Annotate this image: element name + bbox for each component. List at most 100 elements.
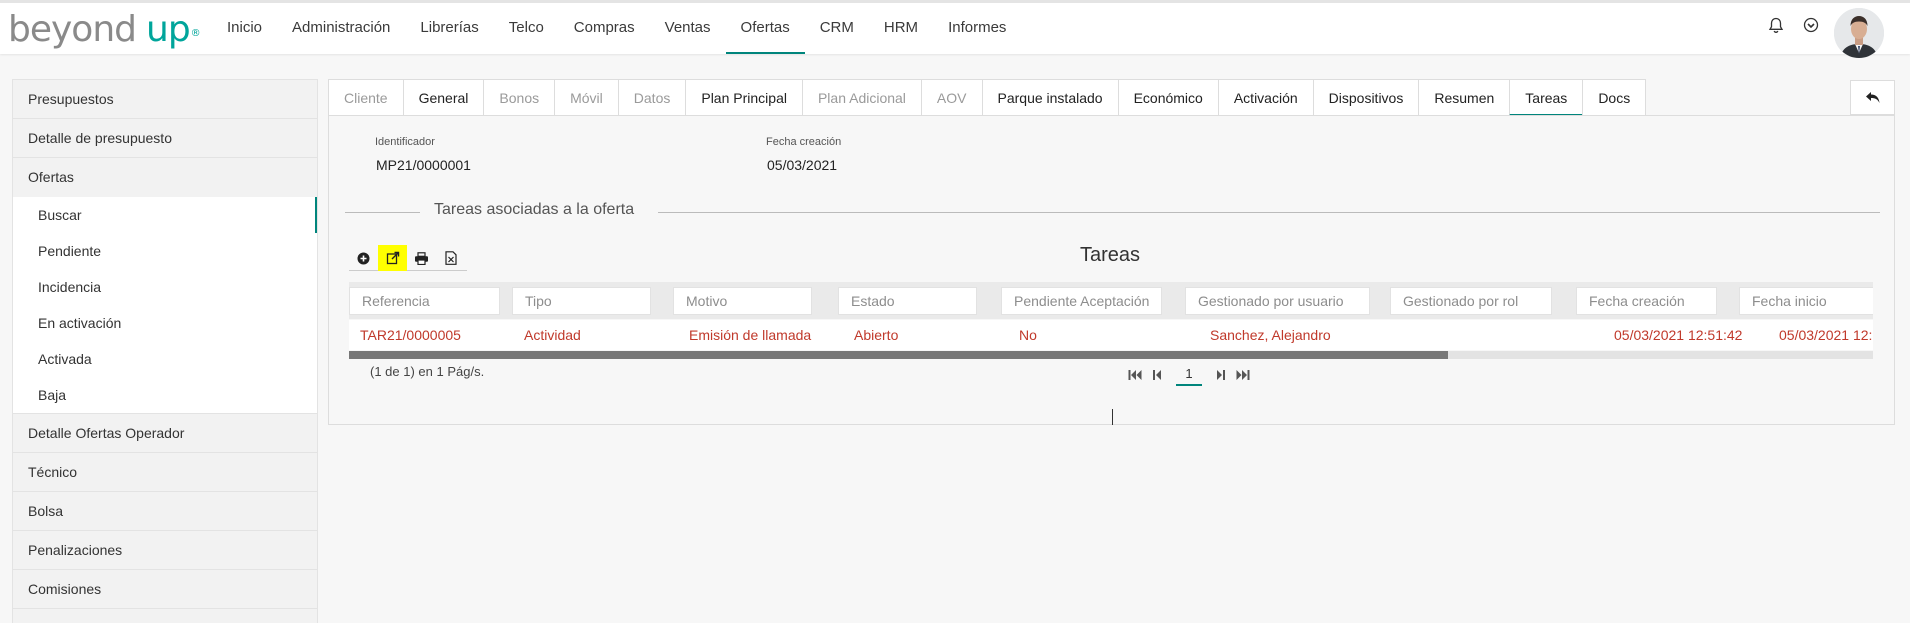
next-page-button[interactable]: [1210, 364, 1232, 386]
nav-item-compras[interactable]: Compras: [559, 3, 650, 54]
top-bar: beyond up ® Inicio Administración Librer…: [0, 0, 1910, 58]
prev-page-icon: [1153, 370, 1161, 380]
grid-toolbar: [349, 245, 467, 271]
open-external-button[interactable]: [378, 245, 407, 271]
tab-parque-instalado[interactable]: Parque instalado: [981, 79, 1119, 116]
nav-item-hrm[interactable]: HRM: [869, 3, 933, 54]
nav-item-administracion[interactable]: Administración: [277, 3, 405, 54]
sidebar: Presupuestos Detalle de presupuesto Ofer…: [12, 79, 318, 623]
sidebar-subitem-buscar[interactable]: Buscar: [13, 197, 317, 233]
section-divider-right: [658, 212, 1880, 213]
add-button[interactable]: [349, 245, 378, 271]
last-page-icon: [1236, 370, 1250, 380]
tab-datos[interactable]: Datos: [617, 79, 687, 116]
print-button[interactable]: [407, 245, 436, 271]
sidebar-subitem-baja[interactable]: Baja: [13, 377, 317, 413]
sidebar-subitem-en-activacion[interactable]: En activación: [13, 305, 317, 341]
tab-activacion[interactable]: Activación: [1217, 79, 1314, 116]
cell-motivo: Emisión de llamada: [689, 327, 812, 343]
prev-page-button[interactable]: [1146, 364, 1168, 386]
sidebar-item-bolsa[interactable]: Bolsa: [13, 492, 317, 531]
tab-aov[interactable]: AOV: [920, 79, 983, 116]
filter-gestionado-por-usuario[interactable]: Gestionado por usuario: [1185, 287, 1370, 315]
user-avatar[interactable]: [1834, 8, 1884, 58]
page-number-current[interactable]: 1: [1176, 364, 1202, 386]
cell-referencia: TAR21/0000005: [360, 327, 461, 343]
filter-pendiente-aceptacion[interactable]: Pendiente Aceptación: [1001, 287, 1162, 315]
nav-item-crm[interactable]: CRM: [805, 3, 869, 54]
tab-cliente[interactable]: Cliente: [328, 79, 404, 116]
tab-plan-adicional[interactable]: Plan Adicional: [801, 79, 922, 116]
app-root: beyond up ® Inicio Administración Librer…: [0, 0, 1910, 623]
logo-text-beyond: beyond: [8, 9, 137, 50]
identificador-label: Identificador: [375, 136, 435, 148]
tab-plan-principal[interactable]: Plan Principal: [685, 79, 803, 116]
sidebar-ofertas-submenu: Buscar Pendiente Incidencia En activació…: [13, 197, 317, 414]
grid-title: Tareas: [1079, 244, 1141, 266]
circle-chevron-down-icon[interactable]: [1803, 17, 1819, 33]
logo-registered-mark: ®: [190, 28, 201, 39]
nav-item-ventas[interactable]: Ventas: [650, 3, 726, 54]
excel-file-icon: [444, 251, 457, 265]
nav-item-librerias[interactable]: Librerías: [405, 3, 493, 54]
sidebar-subitem-incidencia[interactable]: Incidencia: [13, 269, 317, 305]
export-excel-button[interactable]: [436, 245, 465, 271]
sidebar-item-mensajes[interactable]: Mensajes: [13, 609, 317, 623]
nav-item-telco[interactable]: Telco: [494, 3, 559, 54]
sidebar-item-penalizaciones[interactable]: Penalizaciones: [13, 531, 317, 570]
next-page-icon: [1217, 370, 1225, 380]
sidebar-item-detalle-ofertas-operador[interactable]: Detalle Ofertas Operador: [13, 414, 317, 453]
tab-docs[interactable]: Docs: [1582, 79, 1647, 116]
cell-estado: Abierto: [854, 327, 899, 343]
tab-dispositivos[interactable]: Dispositivos: [1312, 79, 1420, 116]
section-divider-left: [345, 212, 420, 213]
first-page-icon: [1128, 370, 1142, 380]
plus-circle-icon: [357, 252, 370, 264]
scrollbar-thumb[interactable]: [349, 351, 1448, 359]
tab-tareas[interactable]: Tareas: [1509, 79, 1584, 116]
sidebar-item-tecnico[interactable]: Técnico: [13, 453, 317, 492]
cell-fecha-creacion: 05/03/2021 12:51:42: [1614, 327, 1743, 343]
section-title: Tareas asociadas a la oferta: [434, 201, 635, 218]
cell-tipo: Actividad: [524, 327, 581, 343]
sidebar-item-presupuestos[interactable]: Presupuestos: [13, 80, 317, 119]
tab-general[interactable]: General: [402, 79, 485, 116]
tab-movil[interactable]: Móvil: [554, 79, 619, 116]
undo-arrow-icon: [1865, 91, 1879, 103]
tab-resumen[interactable]: Resumen: [1418, 79, 1511, 116]
fecha-creacion-value: 05/03/2021: [767, 157, 838, 173]
filter-motivo[interactable]: Motivo: [673, 287, 812, 315]
cell-pendiente-aceptacion: No: [1019, 327, 1037, 343]
sidebar-subitem-activada[interactable]: Activada: [13, 341, 317, 377]
printer-icon: [415, 251, 428, 265]
filter-referencia[interactable]: Referencia: [349, 287, 500, 315]
external-link-icon: [386, 251, 399, 265]
table-row[interactable]: TAR21/0000005 Actividad Emisión de llama…: [349, 320, 1873, 350]
sidebar-item-ofertas[interactable]: Ofertas: [13, 158, 317, 197]
last-page-button[interactable]: [1232, 364, 1254, 386]
sidebar-item-detalle-presupuesto[interactable]: Detalle de presupuesto: [13, 119, 317, 158]
logo-text-up: up: [146, 9, 191, 50]
tab-bar: Cliente General Bonos Móvil Datos Plan P…: [328, 79, 1647, 116]
cell-fecha-inicio: 05/03/2021 12:5: [1779, 327, 1873, 343]
sidebar-item-comisiones[interactable]: Comisiones: [13, 570, 317, 609]
filter-gestionado-por-rol[interactable]: Gestionado por rol: [1390, 287, 1552, 315]
filter-estado[interactable]: Estado: [838, 287, 977, 315]
sidebar-subitem-pendiente[interactable]: Pendiente: [13, 233, 317, 269]
pager-info: (1 de 1) en 1 Pág/s.: [370, 364, 485, 379]
nav-item-informes[interactable]: Informes: [933, 3, 1021, 54]
back-button[interactable]: [1850, 80, 1895, 115]
filter-fecha-inicio[interactable]: Fecha inicio: [1739, 287, 1873, 315]
filter-fecha-creacion[interactable]: Fecha creación: [1576, 287, 1717, 315]
tab-economico[interactable]: Económico: [1117, 79, 1219, 116]
filter-tipo[interactable]: Tipo: [512, 287, 651, 315]
nav-item-ofertas[interactable]: Ofertas: [725, 3, 805, 54]
horizontal-scrollbar[interactable]: [349, 351, 1873, 359]
pager: 1: [1124, 364, 1254, 386]
tab-bonos[interactable]: Bonos: [483, 79, 556, 116]
first-page-button[interactable]: [1124, 364, 1146, 386]
bell-icon[interactable]: [1768, 17, 1784, 35]
logo[interactable]: beyond up ®: [8, 9, 201, 51]
nav-item-inicio[interactable]: Inicio: [212, 3, 277, 54]
user-avatar-image: [1834, 8, 1884, 58]
